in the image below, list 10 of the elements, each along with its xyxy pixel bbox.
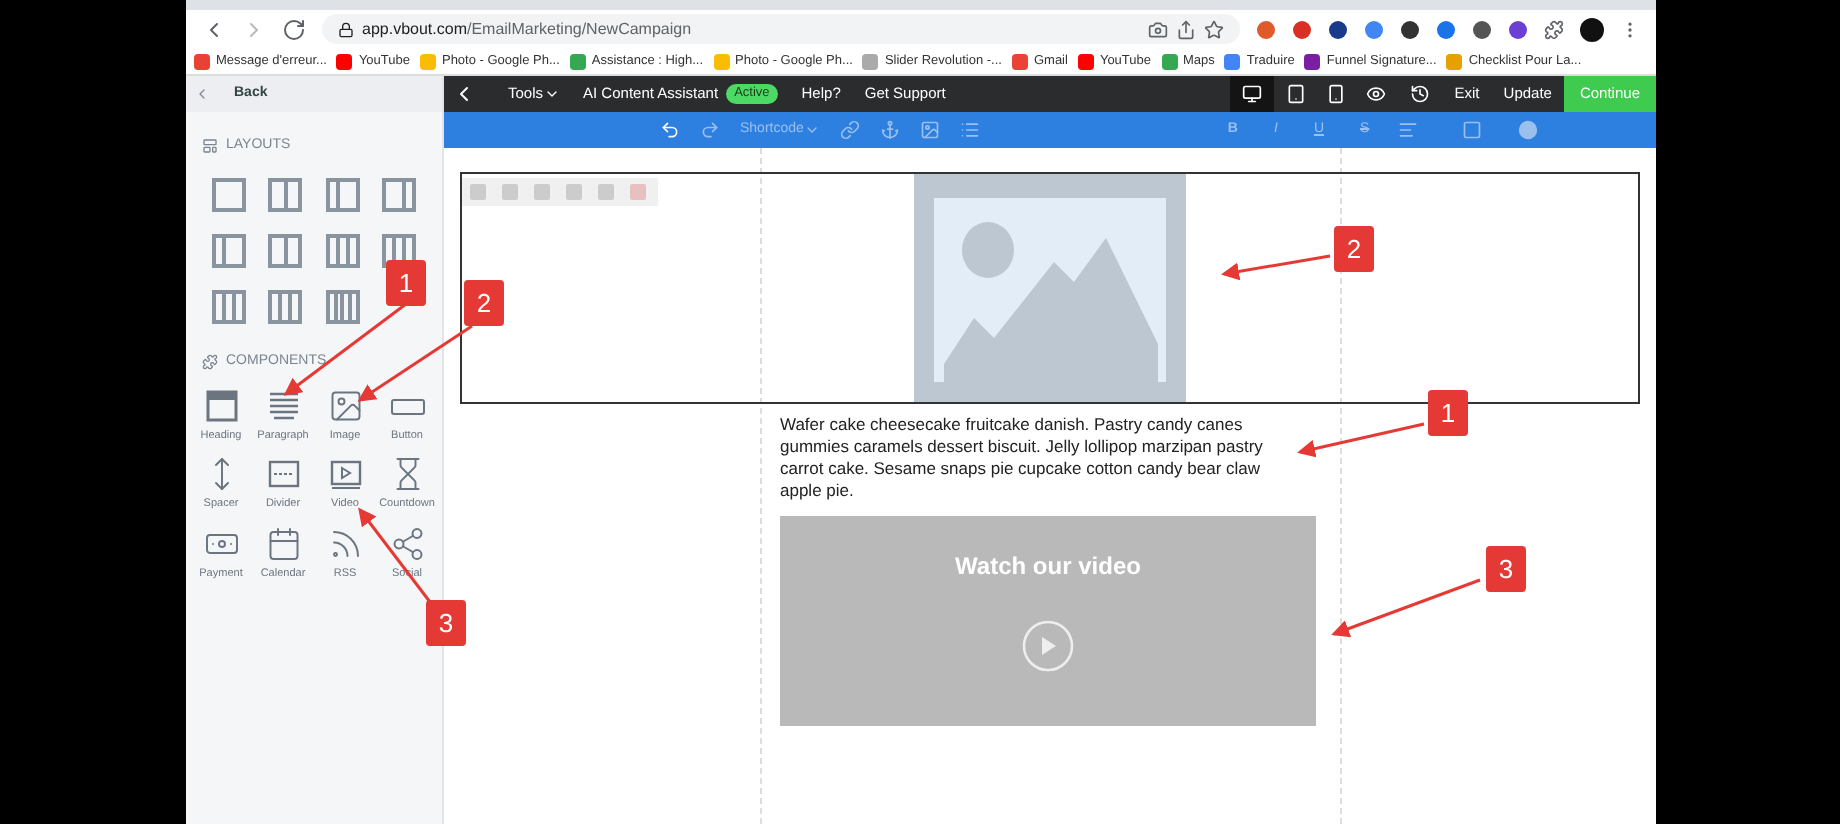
annotation-marker: 1 [1428, 390, 1468, 436]
paragraph-text[interactable]: Wafer cake cheesecake fruitcake danish. Pastry candy canes gummies caramels dessert biscuit. Jelly lollipop marzipan pastry carrot cake. Sesame snaps pie cupcake cotton candy bear claw apple pie. [780, 414, 1290, 502]
address-bar[interactable]: app.vbout.com/EmailMarketing/NewCampaign [322, 14, 1240, 44]
annotation-marker: 2 [464, 280, 504, 326]
annotation-marker: 3 [1486, 546, 1526, 592]
url-host: app.vbout.com [362, 17, 467, 41]
annotation-marker: 3 [426, 600, 466, 646]
annotation-marker: 1 [386, 260, 426, 306]
url-path: /EmailMarketing/NewCampaign [466, 17, 692, 41]
annotation-marker: 2 [1334, 226, 1374, 272]
